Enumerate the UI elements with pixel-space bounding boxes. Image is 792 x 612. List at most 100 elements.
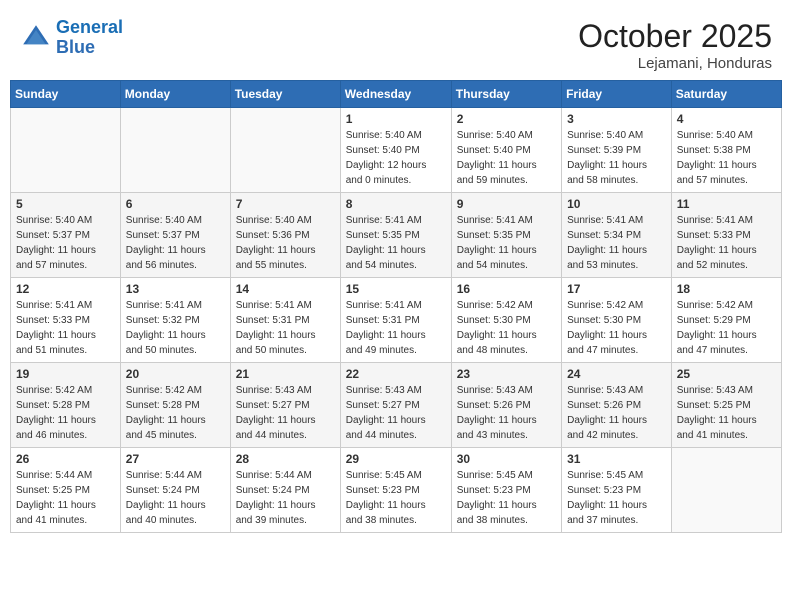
day-number: 10: [567, 197, 666, 211]
calendar-cell: 5 Sunrise: 5:40 AM Sunset: 5:37 PM Daylig…: [11, 193, 121, 278]
day-number: 25: [677, 367, 776, 381]
day-number: 13: [126, 282, 225, 296]
day-number: 27: [126, 452, 225, 466]
calendar-cell: 19Sunrise: 5:42 AM Sunset: 5:28 PM Dayli…: [11, 363, 121, 448]
calendar-table: SundayMondayTuesdayWednesdayThursdayFrid…: [10, 80, 782, 533]
calendar-cell: 6Sunrise: 5:40 AM Sunset: 5:37 PM Daylig…: [120, 193, 230, 278]
calendar-cell: 27 Sunrise: 5:44 AM Sunset: 5:24 PM Dayli…: [120, 448, 230, 533]
day-info: Sunrise: 5:41 AM Sunset: 5:34 PM Dayligh…: [567, 213, 666, 273]
day-number: 5: [16, 197, 115, 211]
month-title: October 2025: [578, 18, 772, 55]
page-header: General Blue October 2025 Lejamani, Hond…: [10, 10, 782, 72]
weekday-header-monday: Monday: [120, 81, 230, 108]
day-info: Sunrise: 5:40 AM Sunset: 5:37 PM Dayligh…: [16, 213, 115, 273]
calendar-cell: 16Sunrise: 5:42 AM Sunset: 5:30 PM Dayli…: [451, 278, 561, 363]
day-number: 8: [346, 197, 446, 211]
day-info: Sunrise: 5:45 AM Sunset: 5:23 PM Dayligh…: [457, 468, 556, 528]
day-number: 7: [236, 197, 335, 211]
day-info: Sunrise: 5:40 AM Sunset: 5:40 PM Dayligh…: [346, 128, 446, 188]
day-number: 3: [567, 112, 666, 126]
calendar-cell: 9Sunrise: 5:41 AM Sunset: 5:35 PM Daylig…: [451, 193, 561, 278]
day-info: Sunrise: 5:42 AM Sunset: 5:29 PM Dayligh…: [677, 298, 776, 358]
day-number: 1: [346, 112, 446, 126]
title-area: October 2025 Lejamani, Honduras: [578, 18, 772, 72]
day-number: 18: [677, 282, 776, 296]
day-info: Sunrise: 5:41 AM Sunset: 5:33 PM Dayligh…: [677, 213, 776, 273]
day-number: 14: [236, 282, 335, 296]
day-info: Sunrise: 5:41 AM Sunset: 5:33 PM Dayligh…: [16, 298, 115, 358]
calendar-week-2: 5 Sunrise: 5:40 AM Sunset: 5:37 PM Daylig…: [11, 193, 782, 278]
day-number: 17: [567, 282, 666, 296]
calendar-cell: 22 Sunrise: 5:43 AM Sunset: 5:27 PM Dayli…: [340, 363, 451, 448]
calendar-cell: 24 Sunrise: 5:43 AM Sunset: 5:26 PM Dayli…: [562, 363, 672, 448]
calendar-cell: 28Sunrise: 5:44 AM Sunset: 5:24 PM Dayli…: [230, 448, 340, 533]
day-number: 22: [346, 367, 446, 381]
day-number: 2: [457, 112, 556, 126]
calendar-week-1: 1 Sunrise: 5:40 AM Sunset: 5:40 PM Daylig…: [11, 108, 782, 193]
day-info: Sunrise: 5:43 AM Sunset: 5:27 PM Dayligh…: [346, 383, 446, 443]
weekday-header-row: SundayMondayTuesdayWednesdayThursdayFrid…: [11, 81, 782, 108]
weekday-header-wednesday: Wednesday: [340, 81, 451, 108]
day-number: 20: [126, 367, 225, 381]
calendar-cell: 8 Sunrise: 5:41 AM Sunset: 5:35 PM Daylig…: [340, 193, 451, 278]
calendar-cell: 25 Sunrise: 5:43 AM Sunset: 5:25 PM Dayli…: [671, 363, 781, 448]
calendar-cell: [120, 108, 230, 193]
logo-text: General Blue: [56, 18, 123, 58]
calendar-cell: 30 Sunrise: 5:45 AM Sunset: 5:23 PM Dayli…: [451, 448, 561, 533]
weekday-header-thursday: Thursday: [451, 81, 561, 108]
day-number: 9: [457, 197, 556, 211]
calendar-cell: 10 Sunrise: 5:41 AM Sunset: 5:34 PM Dayli…: [562, 193, 672, 278]
calendar-cell: 14Sunrise: 5:41 AM Sunset: 5:31 PM Dayli…: [230, 278, 340, 363]
calendar-cell: 23Sunrise: 5:43 AM Sunset: 5:26 PM Dayli…: [451, 363, 561, 448]
day-number: 12: [16, 282, 115, 296]
day-info: Sunrise: 5:43 AM Sunset: 5:25 PM Dayligh…: [677, 383, 776, 443]
weekday-header-saturday: Saturday: [671, 81, 781, 108]
day-info: Sunrise: 5:40 AM Sunset: 5:38 PM Dayligh…: [677, 128, 776, 188]
calendar-cell: 4Sunrise: 5:40 AM Sunset: 5:38 PM Daylig…: [671, 108, 781, 193]
calendar-cell: 15 Sunrise: 5:41 AM Sunset: 5:31 PM Dayli…: [340, 278, 451, 363]
calendar-week-4: 19Sunrise: 5:42 AM Sunset: 5:28 PM Dayli…: [11, 363, 782, 448]
day-info: Sunrise: 5:44 AM Sunset: 5:25 PM Dayligh…: [16, 468, 115, 528]
calendar-cell: 1 Sunrise: 5:40 AM Sunset: 5:40 PM Daylig…: [340, 108, 451, 193]
day-info: Sunrise: 5:43 AM Sunset: 5:26 PM Dayligh…: [567, 383, 666, 443]
day-info: Sunrise: 5:40 AM Sunset: 5:40 PM Dayligh…: [457, 128, 556, 188]
calendar-cell: 12 Sunrise: 5:41 AM Sunset: 5:33 PM Dayli…: [11, 278, 121, 363]
calendar-cell: [11, 108, 121, 193]
day-info: Sunrise: 5:41 AM Sunset: 5:31 PM Dayligh…: [346, 298, 446, 358]
day-number: 23: [457, 367, 556, 381]
calendar-cell: 31Sunrise: 5:45 AM Sunset: 5:23 PM Dayli…: [562, 448, 672, 533]
calendar-cell: [230, 108, 340, 193]
day-number: 31: [567, 452, 666, 466]
calendar-cell: 3Sunrise: 5:40 AM Sunset: 5:39 PM Daylig…: [562, 108, 672, 193]
day-number: 21: [236, 367, 335, 381]
day-number: 24: [567, 367, 666, 381]
day-info: Sunrise: 5:40 AM Sunset: 5:36 PM Dayligh…: [236, 213, 335, 273]
calendar-week-3: 12 Sunrise: 5:41 AM Sunset: 5:33 PM Dayli…: [11, 278, 782, 363]
day-number: 15: [346, 282, 446, 296]
location: Lejamani, Honduras: [578, 55, 772, 72]
calendar-cell: 17Sunrise: 5:42 AM Sunset: 5:30 PM Dayli…: [562, 278, 672, 363]
calendar-cell: 29 Sunrise: 5:45 AM Sunset: 5:23 PM Dayli…: [340, 448, 451, 533]
logo-icon: [20, 22, 52, 54]
day-number: 16: [457, 282, 556, 296]
day-number: 28: [236, 452, 335, 466]
day-number: 29: [346, 452, 446, 466]
logo-line1: General: [56, 17, 123, 37]
logo-line2: Blue: [56, 38, 123, 58]
calendar-cell: [671, 448, 781, 533]
day-info: Sunrise: 5:42 AM Sunset: 5:28 PM Dayligh…: [126, 383, 225, 443]
day-info: Sunrise: 5:41 AM Sunset: 5:35 PM Dayligh…: [346, 213, 446, 273]
day-info: Sunrise: 5:44 AM Sunset: 5:24 PM Dayligh…: [126, 468, 225, 528]
logo: General Blue: [20, 18, 123, 58]
day-number: 30: [457, 452, 556, 466]
weekday-header-friday: Friday: [562, 81, 672, 108]
calendar-cell: 18 Sunrise: 5:42 AM Sunset: 5:29 PM Dayli…: [671, 278, 781, 363]
calendar-cell: 11 Sunrise: 5:41 AM Sunset: 5:33 PM Dayli…: [671, 193, 781, 278]
day-info: Sunrise: 5:43 AM Sunset: 5:27 PM Dayligh…: [236, 383, 335, 443]
day-number: 11: [677, 197, 776, 211]
calendar-cell: 21 Sunrise: 5:43 AM Sunset: 5:27 PM Dayli…: [230, 363, 340, 448]
weekday-header-sunday: Sunday: [11, 81, 121, 108]
calendar-cell: 7 Sunrise: 5:40 AM Sunset: 5:36 PM Daylig…: [230, 193, 340, 278]
day-info: Sunrise: 5:45 AM Sunset: 5:23 PM Dayligh…: [346, 468, 446, 528]
day-info: Sunrise: 5:40 AM Sunset: 5:37 PM Dayligh…: [126, 213, 225, 273]
